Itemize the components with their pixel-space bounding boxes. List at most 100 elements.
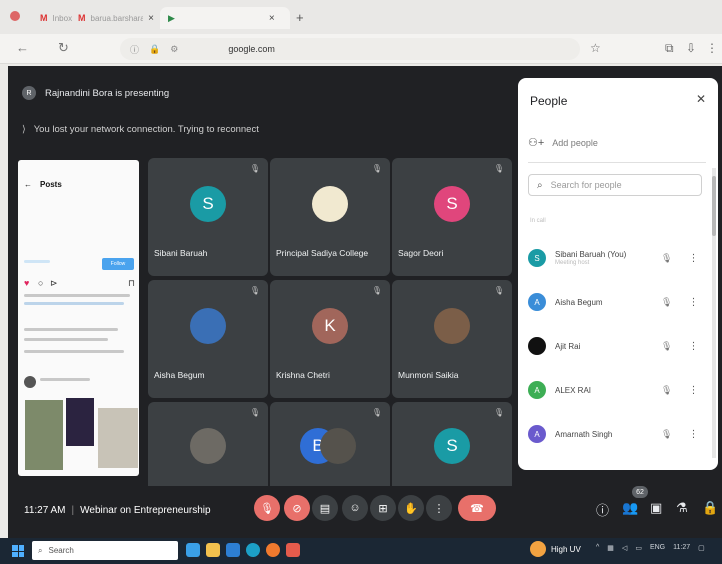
camera-toggle-button[interactable]: ⊘: [284, 495, 310, 521]
bookmark-star-icon[interactable]: ☆: [590, 41, 601, 55]
avatar: [528, 337, 546, 355]
participant-tile[interactable]: 🎙 S Sibani Baruah: [148, 158, 268, 276]
taskview-icon[interactable]: [186, 543, 200, 557]
muted-mic-icon[interactable]: 🎙: [661, 297, 672, 308]
notification-icon[interactable]: ▢: [698, 544, 705, 552]
participant-name: Amarnath Singh: [555, 429, 613, 439]
present-button[interactable]: ⊞: [370, 495, 396, 521]
reload-icon[interactable]: ↻: [58, 40, 69, 56]
store-icon[interactable]: [286, 543, 300, 557]
gmail-icon: M: [40, 13, 48, 23]
participant-tile[interactable]: 🎙 Principal Sadiya College: [270, 158, 390, 276]
participant-name: Munmoni Saikia: [398, 370, 459, 380]
participant-tile[interactable]: 🎙 Munmoni Saikia: [392, 280, 512, 398]
participant-row[interactable]: A Amarnath Singh 🎙 ⋮: [528, 420, 708, 448]
downloads-icon[interactable]: ⇩: [686, 41, 696, 55]
raise-hand-button[interactable]: ✋: [398, 495, 424, 521]
participant-tile[interactable]: 🎙 K Krishna Chetri: [270, 280, 390, 398]
participant-row[interactable]: S Sibani Baruah (You) Meeting host 🎙 ⋮: [528, 244, 708, 272]
muted-mic-icon[interactable]: 🎙: [661, 253, 672, 264]
leave-call-button[interactable]: ☎: [458, 495, 496, 521]
participant-name: Sibani Baruah: [154, 248, 208, 258]
people-panel-title: People: [530, 94, 568, 108]
file-explorer-icon[interactable]: [206, 543, 220, 557]
system-tray: ^ ▦ ◁ ▭ ENG 11:27 ▢: [596, 544, 705, 552]
people-icon[interactable]: 👥: [622, 500, 638, 516]
muted-mic-icon[interactable]: 🎙: [661, 429, 672, 440]
participant-row[interactable]: A ALEX RAI 🎙 ⋮: [528, 376, 708, 404]
battery-icon[interactable]: ▭: [635, 544, 642, 552]
more-options-icon[interactable]: ⋮: [688, 429, 698, 440]
follow-button: Follow: [102, 258, 134, 270]
taskbar-clock[interactable]: 11:27: [673, 544, 690, 552]
muted-mic-icon: 🎙: [493, 286, 504, 295]
windows-start-icon[interactable]: [12, 545, 24, 557]
text-line: [40, 378, 90, 381]
post-image: [98, 408, 138, 468]
more-options-icon[interactable]: ⋮: [688, 385, 698, 396]
text-line: [24, 302, 124, 305]
muted-mic-icon: 🎙: [493, 408, 504, 417]
participant-tile[interactable]: 🎙 S Sagor Deori: [392, 158, 512, 276]
volume-icon[interactable]: ◁: [622, 544, 627, 552]
meeting-details-icon[interactable]: ⓘ: [596, 500, 609, 519]
muted-mic-icon[interactable]: 🎙: [661, 385, 672, 396]
participant-tile[interactable]: 🎙 Aisha Begum: [148, 280, 268, 398]
captions-button[interactable]: ▤: [312, 495, 338, 521]
participant-name: Principal Sadiya College: [276, 248, 369, 258]
browser-tab-meet[interactable]: ▶ ×: [160, 7, 290, 29]
more-options-icon[interactable]: ⋮: [688, 253, 698, 264]
back-arrow-icon: ←: [24, 180, 32, 189]
participant-name: Krishna Chetri: [276, 370, 330, 380]
weather-widget[interactable]: High UV: [530, 541, 581, 557]
add-people-button[interactable]: ⚇+ Add people: [528, 136, 598, 149]
close-tab-icon[interactable]: ×: [269, 13, 275, 24]
new-tab-button[interactable]: +: [296, 10, 304, 25]
scrollbar[interactable]: [712, 168, 716, 458]
avatar: A: [528, 293, 546, 311]
browser-profile-icon[interactable]: [10, 11, 20, 21]
muted-mic-icon: 🎙: [371, 164, 382, 173]
share-icon: ⊳: [50, 278, 58, 288]
participant-count-badge: 62: [632, 486, 648, 498]
more-options-button[interactable]: ⋮: [426, 495, 452, 521]
reactions-button[interactable]: ☺: [342, 495, 368, 521]
back-icon[interactable]: ←: [16, 40, 29, 55]
host-controls-icon[interactable]: 🔒: [702, 500, 718, 516]
participant-avatar: [190, 428, 226, 464]
browser-tab-gmail[interactable]: M barua.barsharani@g... ×: [70, 7, 162, 29]
taskbar-search[interactable]: ⌕ Search: [32, 541, 178, 560]
close-tab-icon[interactable]: ×: [148, 13, 154, 24]
mic-toggle-button[interactable]: 🎙: [254, 495, 280, 521]
muted-mic-icon[interactable]: 🎙: [661, 341, 672, 352]
network-icon[interactable]: ▦: [607, 544, 614, 552]
settings-icon[interactable]: [226, 543, 240, 557]
activities-icon[interactable]: ⚗: [676, 500, 688, 516]
language-indicator[interactable]: ENG: [650, 544, 665, 552]
extensions-icon[interactable]: ⧉: [665, 41, 674, 56]
chat-icon[interactable]: ▣: [650, 500, 662, 516]
participant-row[interactable]: A Aisha Begum 🎙 ⋮: [528, 288, 708, 316]
muted-mic-icon: 🎙: [371, 408, 382, 417]
participant-name: ALEX RAI: [555, 385, 592, 395]
muted-mic-icon: 🎙: [493, 164, 504, 173]
participant-avatar: [312, 186, 348, 222]
text-line: [24, 294, 130, 297]
chevron-up-icon[interactable]: ^: [596, 544, 599, 552]
edge-icon[interactable]: [246, 543, 260, 557]
more-options-icon[interactable]: ⋮: [688, 297, 698, 308]
avatar: R: [22, 86, 36, 100]
muted-mic-icon: 🎙: [371, 286, 382, 295]
more-options-icon[interactable]: ⋮: [688, 341, 698, 352]
participant-name: Sibani Baruah (You) Meeting host: [555, 250, 655, 266]
people-search-input[interactable]: ⌕ Search for people: [528, 174, 702, 196]
close-icon[interactable]: ✕: [696, 92, 706, 106]
address-bar[interactable]: ⓘ 🔒 ⚙ google.com: [120, 38, 580, 60]
firefox-icon[interactable]: [266, 543, 280, 557]
meeting-clock: 11:27 AM: [24, 505, 66, 516]
screen-share-header: ← Posts: [24, 180, 62, 189]
participant-row[interactable]: Ajit Rai 🎙 ⋮: [528, 332, 708, 360]
text-line: [24, 328, 118, 331]
profile-menu-icon[interactable]: ⋮: [706, 41, 718, 55]
people-panel: People ✕ ⚇+ Add people ⌕ Search for peop…: [518, 78, 718, 470]
